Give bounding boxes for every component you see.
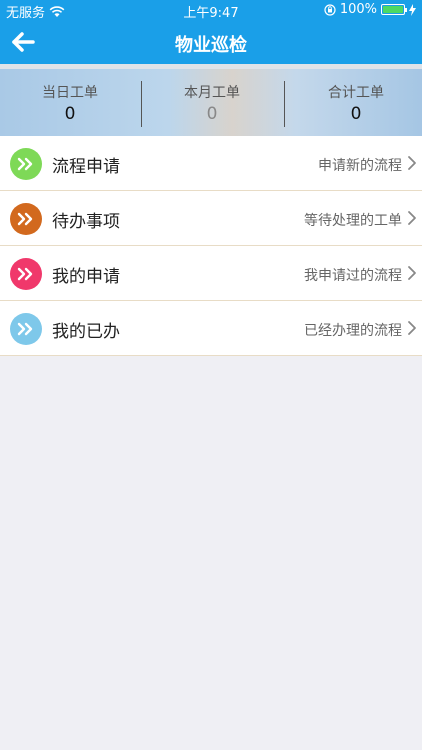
menu-list: 流程申请 申请新的流程 待办事项 等待处理的工单 我的申请 我申请过的流程 我的… bbox=[0, 136, 422, 356]
status-right: 100% bbox=[324, 2, 416, 17]
menu-item-title: 流程申请 bbox=[52, 157, 120, 177]
menu-item-title: 待办事项 bbox=[52, 212, 120, 232]
chevron-right-icon bbox=[408, 156, 416, 170]
charging-icon bbox=[409, 3, 416, 16]
battery-icon bbox=[381, 4, 407, 15]
menu-item-desc: 等待处理的工单 bbox=[304, 213, 402, 229]
stats-panel: 当日工单 0 本月工单 0 合计工单 0 bbox=[0, 64, 422, 136]
stat-month[interactable]: 本月工单 0 bbox=[142, 69, 282, 136]
chevron-right-icon bbox=[408, 321, 416, 335]
stat-total-label: 合计工单 bbox=[328, 85, 384, 101]
stat-total[interactable]: 合计工单 0 bbox=[286, 69, 422, 136]
chevron-right-icon bbox=[408, 211, 416, 225]
menu-item-title: 我的已办 bbox=[52, 322, 120, 342]
double-chevron-icon bbox=[10, 313, 42, 345]
battery-percent: 100% bbox=[339, 2, 377, 17]
menu-item-desc: 申请新的流程 bbox=[318, 158, 402, 174]
double-chevron-icon bbox=[10, 258, 42, 290]
stat-today-value: 0 bbox=[64, 104, 76, 124]
double-chevron-icon bbox=[10, 203, 42, 235]
stat-divider bbox=[284, 81, 285, 127]
chevron-right-icon bbox=[408, 266, 416, 280]
orientation-lock-icon bbox=[324, 3, 336, 16]
stat-month-value: 0 bbox=[206, 104, 218, 124]
menu-item-desc: 已经办理的流程 bbox=[304, 323, 402, 339]
menu-item-desc: 我申请过的流程 bbox=[304, 268, 402, 284]
nav-bar: 物业巡检 bbox=[0, 20, 422, 64]
menu-item-process-apply[interactable]: 流程申请 申请新的流程 bbox=[0, 136, 422, 191]
stat-month-label: 本月工单 bbox=[184, 85, 240, 101]
stat-total-value: 0 bbox=[350, 104, 362, 124]
menu-item-my-done[interactable]: 我的已办 已经办理的流程 bbox=[0, 301, 422, 356]
double-chevron-icon bbox=[10, 148, 42, 180]
menu-item-title: 我的申请 bbox=[52, 267, 120, 287]
menu-item-my-requests[interactable]: 我的申请 我申请过的流程 bbox=[0, 246, 422, 301]
menu-item-todo[interactable]: 待办事项 等待处理的工单 bbox=[0, 191, 422, 246]
page-title: 物业巡检 bbox=[175, 35, 247, 56]
stat-today[interactable]: 当日工单 0 bbox=[0, 69, 140, 136]
status-bar: 无服务 上午9:47 100% bbox=[0, 0, 422, 21]
stat-today-label: 当日工单 bbox=[42, 85, 98, 101]
